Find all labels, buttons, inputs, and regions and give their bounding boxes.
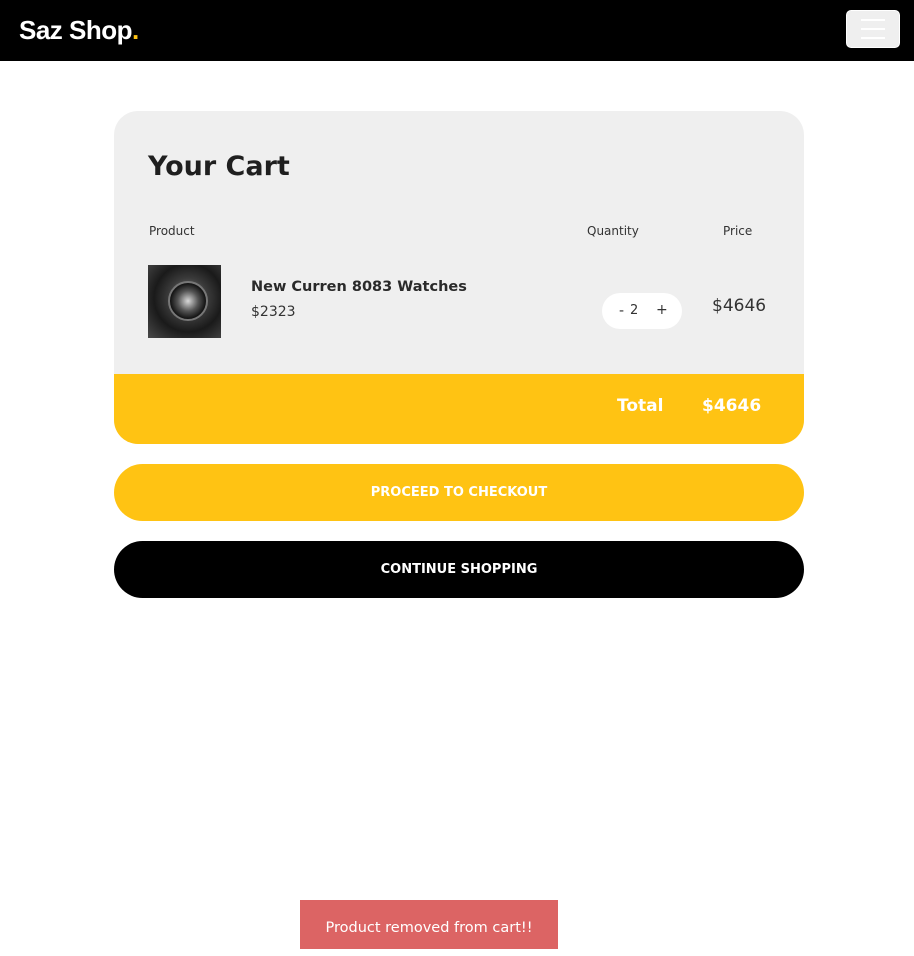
watch-product-image — [148, 265, 221, 338]
brand-dot: . — [132, 15, 139, 45]
column-header-price: Price — [723, 224, 753, 238]
quantity-value: 2 — [630, 303, 639, 318]
watch-face-graphic — [168, 281, 208, 321]
continue-shopping-button[interactable]: CONTINUE SHOPPING — [114, 541, 804, 598]
total-value: $4646 — [702, 396, 762, 416]
toast-notification: Product removed from cart!! — [300, 900, 558, 949]
column-header-quantity: Quantity — [587, 224, 639, 238]
navbar: Saz Shop. — [0, 0, 914, 61]
column-header-product: Product — [149, 224, 195, 238]
hamburger-menu-icon — [861, 19, 885, 21]
total-bar: Total $4646 — [114, 374, 804, 444]
hamburger-menu-icon-bar-2 — [861, 28, 885, 30]
decrease-quantity-button[interactable]: - — [619, 303, 624, 319]
increase-quantity-button[interactable]: + — [656, 302, 668, 318]
brand-logo[interactable]: Saz Shop. — [19, 14, 139, 46]
line-item-price: $4646 — [712, 296, 767, 316]
hamburger-menu-icon-bar-3 — [861, 37, 885, 39]
cart-title: Your Cart — [148, 151, 290, 182]
proceed-to-checkout-button[interactable]: PROCEED TO CHECKOUT — [114, 464, 804, 521]
menu-toggle-button[interactable] — [846, 10, 900, 48]
product-name[interactable]: New Curren 8083 Watches — [251, 279, 467, 295]
brand-text: Saz Shop — [19, 15, 133, 45]
quantity-stepper: - 2 + — [602, 293, 682, 329]
cart-card: Your Cart Product Quantity Price New Cur… — [114, 111, 804, 444]
product-unit-price: $2323 — [251, 304, 296, 320]
total-label: Total — [617, 396, 664, 416]
